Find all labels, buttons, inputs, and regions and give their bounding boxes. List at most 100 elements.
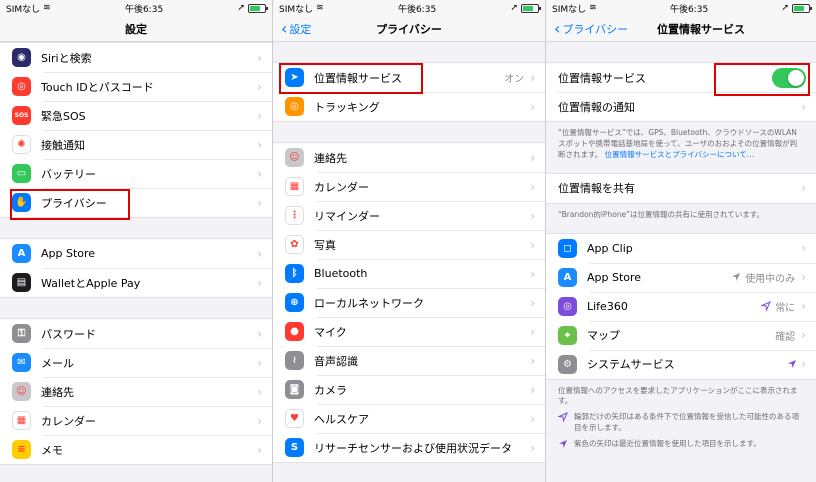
privacy-row[interactable]: ▦ カレンダー ›: [273, 172, 545, 201]
clock: 午後6:35: [669, 4, 709, 15]
outline-location-arrow-icon: [761, 301, 772, 311]
settings-group: ⚿ パスワード › ✉ メール › ☺ 連絡先 › ▦ カレンダー › ≡ メモ ›: [0, 318, 272, 465]
share-location-row[interactable]: 位置情報を共有 ›: [546, 174, 816, 203]
chevron-right-icon: ›: [530, 266, 535, 281]
research-icon: S: [285, 438, 304, 457]
chevron-right-icon: ›: [801, 328, 806, 342]
clock: 午後6:35: [124, 4, 164, 15]
chevron-right-icon: ›: [530, 179, 535, 194]
purple-location-arrow-icon: [788, 360, 797, 368]
chevron-right-icon: ›: [801, 270, 806, 284]
calendar-icon: ▦: [12, 411, 31, 430]
chevron-right-icon: ›: [530, 70, 535, 85]
chevron-right-icon: ›: [257, 79, 262, 94]
wifi-icon: ≋: [43, 3, 51, 13]
row-label: プライバシー: [41, 196, 107, 210]
settings-row[interactable]: ◎ Touch IDとパスコード ›: [0, 72, 272, 101]
location-arrow-icon: ➤: [285, 68, 304, 87]
chevron-right-icon: ›: [801, 181, 806, 196]
privacy-row[interactable]: ⋮ リマインダー ›: [273, 201, 545, 230]
chevron-right-icon: ›: [801, 241, 806, 255]
row-label: 音声認識: [314, 354, 358, 368]
clock: 午後6:35: [397, 4, 437, 15]
legend-text: 紫色の矢印は最近位置情報を使用した項目を示します。: [574, 439, 761, 449]
app-location-row[interactable]: ⌖ マップ 確認 ›: [546, 320, 816, 350]
mic-icon: ●: [285, 322, 304, 341]
settings-row[interactable]: ✋ プライバシー ›: [0, 188, 272, 217]
row-label: 位置情報の通知: [558, 100, 635, 114]
tracking-row[interactable]: ◎ トラッキング ›: [273, 92, 545, 121]
row-label: WalletとApple Pay: [41, 276, 141, 290]
location-alerts-row[interactable]: 位置情報の通知 ›: [546, 92, 816, 121]
settings-row[interactable]: A App Store ›: [0, 239, 272, 268]
settings-row[interactable]: SOS 緊急SOS ›: [0, 101, 272, 130]
row-label: カメラ: [314, 383, 347, 397]
appstore-icon: A: [558, 267, 577, 287]
row-label: Bluetooth: [314, 267, 368, 280]
row-label: 写真: [314, 238, 336, 252]
row-label: ヘルスケア: [314, 412, 369, 426]
privacy-link[interactable]: 位置情報サービスとプライバシーについて…: [605, 150, 755, 159]
apps-note: 位置情報へのアクセスを要求したアプリケーションがここに表示されます。: [546, 379, 816, 410]
settings-row[interactable]: ≡ メモ ›: [0, 435, 272, 464]
legend-text: 輪郭だけの矢印はある条件下で位置情報を受信した可能性のある項目を示します。: [574, 412, 799, 432]
privacy-row[interactable]: ᛒ Bluetooth ›: [273, 259, 545, 288]
settings-row[interactable]: ▦ カレンダー ›: [0, 406, 272, 435]
status-bar: SIMなし ≋ 午後6:35 ➚: [546, 0, 816, 16]
nav-bar: ‹ 設定 プライバシー: [273, 16, 545, 42]
back-button[interactable]: ‹ プライバシー: [554, 16, 628, 42]
settings-row[interactable]: ◉ Siriと検索 ›: [0, 43, 272, 72]
settings-row[interactable]: ▤ WalletとApple Pay ›: [0, 268, 272, 297]
location-services-row[interactable]: ➤ 位置情報サービス オン ›: [273, 63, 545, 92]
row-label: カレンダー: [314, 180, 369, 194]
settings-row[interactable]: ▭ バッテリー ›: [0, 159, 272, 188]
camera-icon: ◙: [285, 380, 304, 399]
gear-icon: ⚙: [558, 354, 577, 374]
privacy-row[interactable]: ≀ 音声認識 ›: [273, 346, 545, 375]
legend-outline: 輪郭だけの矢印はある条件下で位置情報を受信した可能性のある項目を示します。: [546, 409, 816, 436]
row-label: Touch IDとパスコード: [41, 80, 154, 94]
settings-row[interactable]: ⚿ パスワード ›: [0, 319, 272, 348]
privacy-row[interactable]: ● マイク ›: [273, 317, 545, 346]
row-label: App Store: [41, 247, 96, 260]
back-button[interactable]: ‹ 設定: [281, 16, 311, 42]
share-note: “Brandon的iPhone”は位置情報の共有に使用されています。: [546, 203, 816, 227]
purple-arrow-icon: [559, 440, 567, 449]
privacy-row[interactable]: ◙ カメラ ›: [273, 375, 545, 404]
nav-bar: ‹ プライバシー 位置情報サービス: [546, 16, 816, 42]
page-title: プライバシー: [376, 22, 442, 36]
chevron-right-icon: ›: [257, 355, 262, 370]
privacy-row[interactable]: ♥ ヘルスケア ›: [273, 404, 545, 433]
row-value: オン: [504, 74, 525, 85]
chevron-right-icon: ›: [257, 195, 262, 210]
tracking-icon: ◎: [285, 97, 304, 116]
fingerprint-icon: ◎: [12, 77, 31, 96]
battery-status-icon: [247, 3, 268, 13]
privacy-row[interactable]: S リサーチセンサーおよび使用状況データ ›: [273, 433, 545, 462]
wifi-icon: ≋: [316, 3, 324, 13]
app-location-row[interactable]: ⚙ システムサービス ›: [546, 349, 816, 379]
app-location-row[interactable]: A App Store 使用中のみ ›: [546, 262, 816, 292]
battery-status-icon: [520, 3, 541, 13]
privacy-row[interactable]: ☺ 連絡先 ›: [273, 143, 545, 172]
page-title: 設定: [125, 22, 147, 36]
privacy-row[interactable]: ⊕ ローカルネットワーク ›: [273, 288, 545, 317]
legend-purple: 紫色の矢印は最近位置情報を使用した項目を示します。: [546, 436, 816, 453]
chevron-right-icon: ›: [801, 357, 806, 371]
outline-arrow-icon: [558, 412, 568, 423]
photos-icon: ✿: [285, 235, 304, 254]
settings-row[interactable]: ✉ メール ›: [0, 348, 272, 377]
chevron-right-icon: ›: [530, 440, 535, 455]
location-status-icon: ➚: [237, 3, 245, 13]
chevron-right-icon: ›: [257, 50, 262, 65]
app-location-row[interactable]: ◻ App Clip ›: [546, 234, 816, 263]
location-services-toggle[interactable]: [772, 67, 806, 88]
settings-row[interactable]: ☺ 連絡先 ›: [0, 377, 272, 406]
appclip-icon: ◻: [558, 238, 577, 258]
chevron-right-icon: ›: [801, 99, 806, 114]
row-label: マップ: [587, 329, 620, 342]
app-location-row[interactable]: ◎ Life360 常に ›: [546, 291, 816, 321]
settings-row[interactable]: ✺ 接触通知 ›: [0, 130, 272, 159]
location-status-icon: ➚: [781, 3, 789, 13]
privacy-row[interactable]: ✿ 写真 ›: [273, 230, 545, 259]
